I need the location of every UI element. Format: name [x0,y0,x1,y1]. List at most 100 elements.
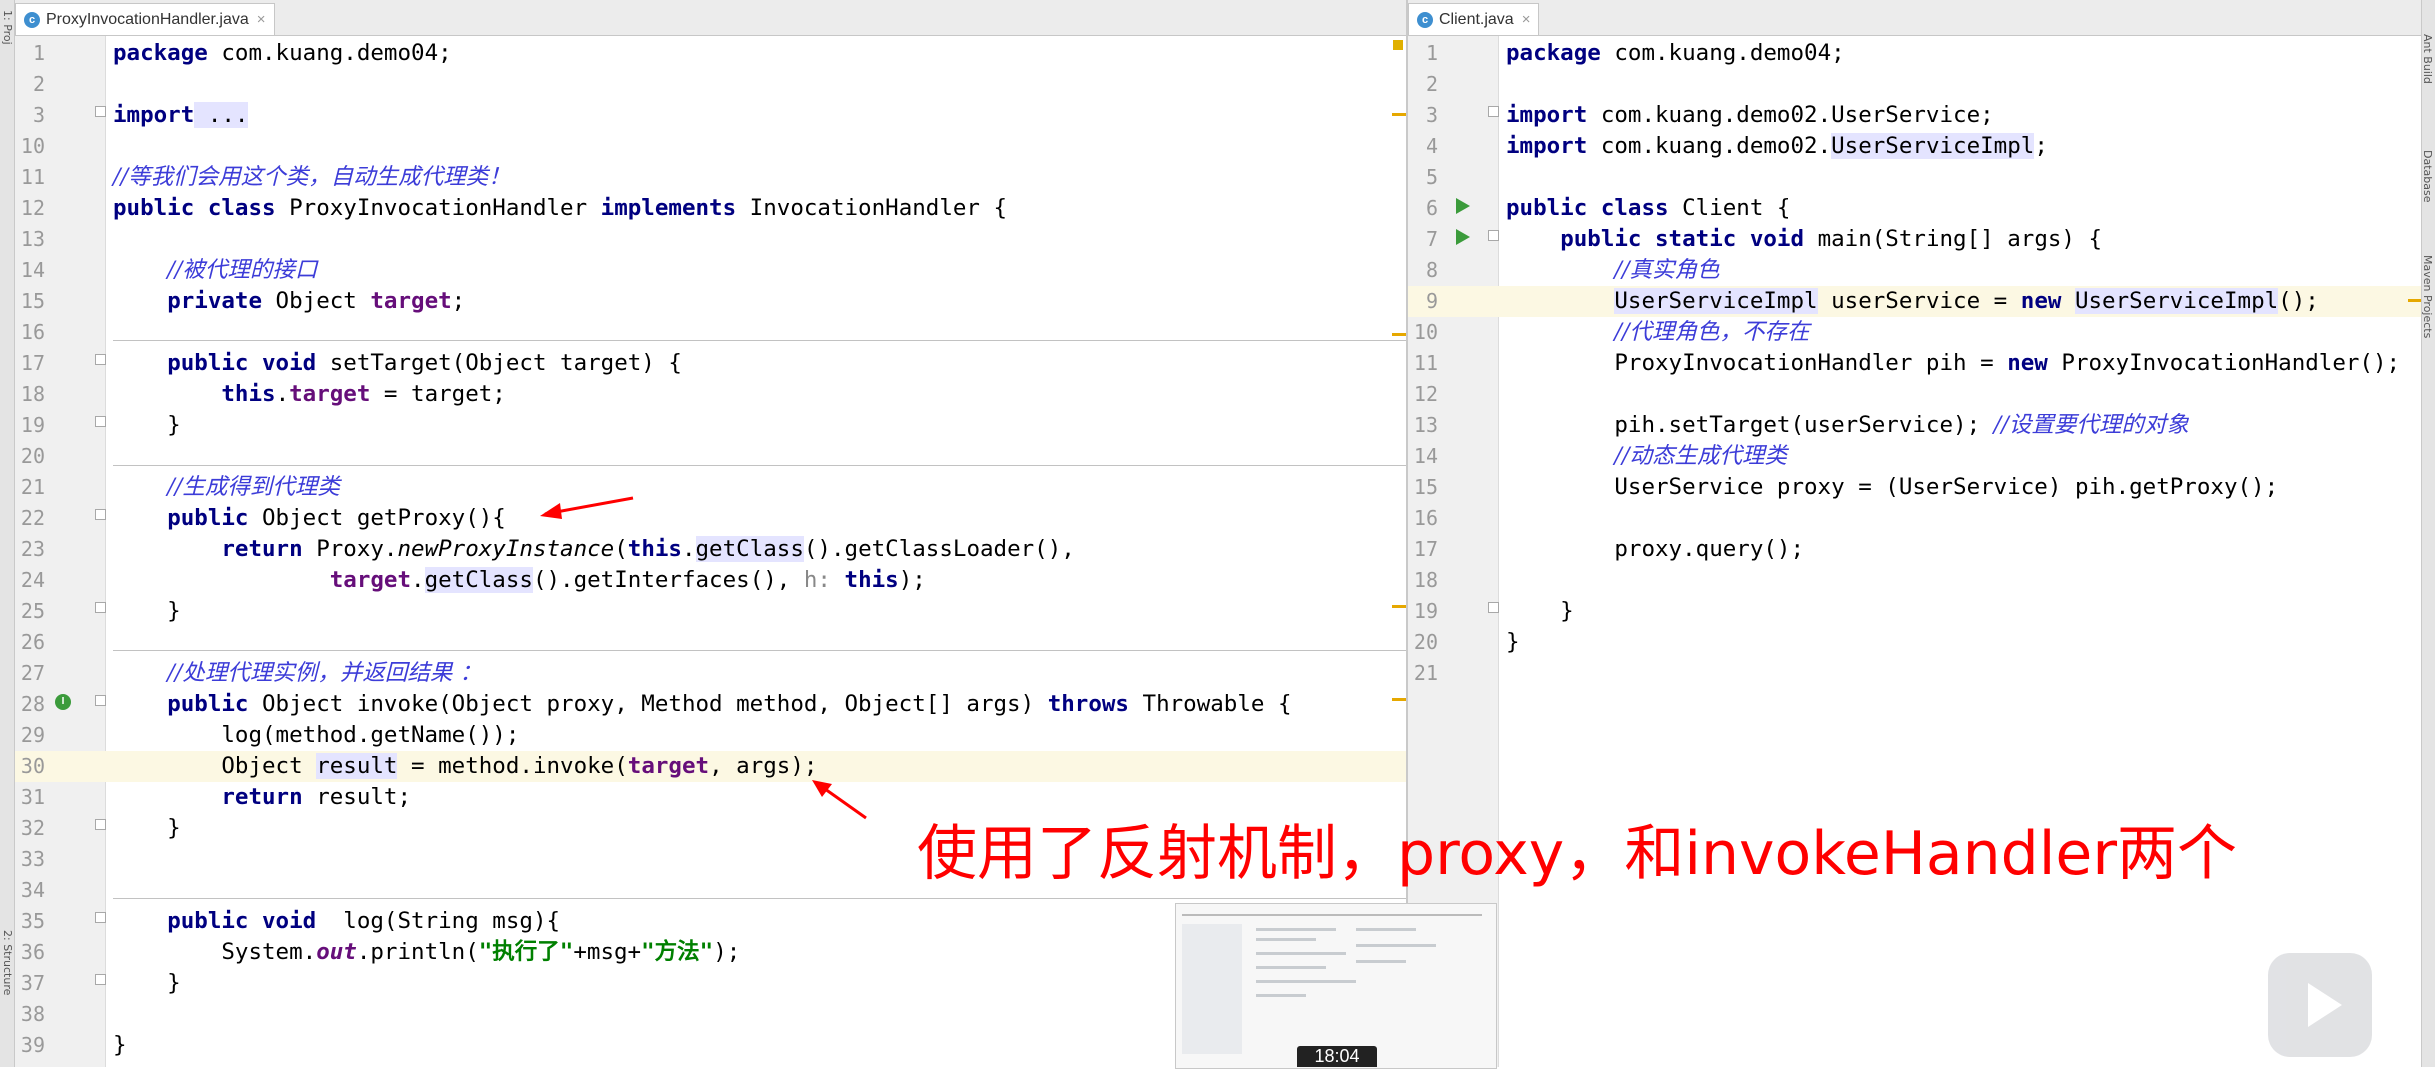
code-line[interactable]: 25 } [15,596,1406,627]
code-token: public [167,505,249,531]
code-line[interactable]: 20} [1408,627,2422,658]
scroll-marker[interactable] [1392,333,1406,336]
code-line[interactable]: 22 public Object getProxy(){ [15,503,1406,534]
implements-method-icon[interactable]: I [55,694,71,710]
fold-icon[interactable] [95,912,106,923]
code-line[interactable]: 20 [15,441,1406,472]
video-preview-thumbnail[interactable] [1175,903,1497,1069]
project-tool-tab[interactable]: 1: Proj [1,10,14,45]
warning-marker-icon[interactable] [1393,40,1403,50]
line-number: 19 [20,413,45,437]
code-line[interactable]: 21 [1408,658,2422,689]
line-number: 8 [1425,258,1438,282]
code-line[interactable]: 10 //代理角色，不存在 [1408,317,2422,348]
code-line[interactable]: 24 target.getClass().getInterfaces(), h:… [15,565,1406,596]
fold-icon[interactable] [1488,602,1499,613]
close-tab-icon[interactable]: × [1522,11,1531,28]
code-line[interactable]: 12 [1408,379,2422,410]
fold-icon[interactable] [95,106,106,117]
code-line[interactable]: 17 proxy.query(); [1408,534,2422,565]
code-line[interactable]: 9 UserServiceImpl userService = new User… [1408,286,2422,317]
code-token: UserServiceImpl [1831,133,2035,159]
code-line[interactable]: 16 [1408,503,2422,534]
code-token: . [411,567,425,593]
fold-icon[interactable] [95,974,106,985]
code-line[interactable]: 12 public class ProxyInvocationHandler im… [15,193,1406,224]
code-line[interactable]: 15 UserService proxy = (UserService) pih… [1408,472,2422,503]
scroll-marker[interactable] [2408,299,2422,302]
code-line[interactable]: 18 this.target = target; [15,379,1406,410]
code-line[interactable]: 7 public static void main(String[] args)… [1408,224,2422,255]
code-line[interactable]: 13 pih.setTarget(userService); //设置要代理的对… [1408,410,2422,441]
run-class-icon[interactable] [1456,198,1470,214]
code-line[interactable]: 4 import com.kuang.demo02.UserServiceImpl… [1408,131,2422,162]
code-line[interactable]: 1 package com.kuang.demo04; [1408,38,2422,69]
code-line[interactable]: 14 //动态生成代理类 [1408,441,2422,472]
ant-build-tool-tab[interactable]: Ant Build [2421,34,2434,84]
code-line[interactable]: 21 //生成得到代理类 [15,472,1406,503]
code-text: System.out.println("执行了"+msg+"方法"); [113,937,740,968]
code-line[interactable]: 19 } [1408,596,2422,627]
line-number: 13 [1413,413,1438,437]
code-line[interactable]: 27 //处理代理实例，并返回结果 ： [15,658,1406,689]
code-token: Object getProxy(){ [248,505,506,531]
fold-icon[interactable] [95,416,106,427]
structure-tool-tab[interactable]: 2: Structure [1,930,14,995]
fold-icon[interactable] [95,509,106,520]
code-line[interactable]: 11 //等我们会用这个类，自动生成代理类！ [15,162,1406,193]
code-line[interactable]: 1 package com.kuang.demo04; [15,38,1406,69]
method-separator [113,650,1406,651]
code-token: getClass [695,536,804,562]
code-line[interactable]: 17 public void setTarget(Object target) … [15,348,1406,379]
tab-proxy-invocation-handler[interactable]: c ProxyInvocationHandler.java × [15,3,275,35]
code-token: UserService proxy = (UserService) pih.ge… [1506,474,2279,500]
fold-icon[interactable] [1488,230,1499,241]
scroll-marker[interactable] [1392,605,1406,608]
code-line[interactable]: 2 [1408,69,2422,100]
code-line[interactable]: 10 [15,131,1406,162]
line-number: 24 [20,568,45,592]
code-line[interactable]: 6 public class Client { [1408,193,2422,224]
maven-projects-tool-tab[interactable]: Maven Projects [2421,255,2434,338]
code-line[interactable]: 11 ProxyInvocationHandler pih = new Prox… [1408,348,2422,379]
code-token: "执行了" [478,939,574,965]
code-line[interactable]: 29 log(method.getName()); [15,720,1406,751]
code-line[interactable]: 30 Object result = method.invoke(target,… [15,751,1406,782]
code-line[interactable]: 8 //真实角色 [1408,255,2422,286]
run-main-icon[interactable] [1456,229,1470,245]
code-line[interactable]: 3 import ... [15,100,1406,131]
code-line[interactable]: 19 } [15,410,1406,441]
line-number: 18 [1413,568,1438,592]
code-line[interactable]: 15 private Object target; [15,286,1406,317]
fold-icon[interactable] [95,354,106,365]
fold-icon[interactable] [95,602,106,613]
code-line[interactable]: 18 [1408,565,2422,596]
scroll-marker[interactable] [1392,113,1406,116]
fold-icon[interactable] [95,695,106,706]
code-line[interactable]: 23 return Proxy.newProxyInstance(this.ge… [15,534,1406,565]
code-token: ProxyInvocationHandler pih = [1506,350,2008,376]
fold-icon[interactable] [1488,106,1499,117]
code-token: = method.invoke( [397,753,628,779]
code-line[interactable]: 14 //被代理的接口 [15,255,1406,286]
scroll-marker[interactable] [1392,698,1406,701]
database-tool-tab[interactable]: Database [2421,150,2434,203]
tab-bar-right: c Client.java × [1408,0,2422,36]
line-number: 13 [20,227,45,251]
code-line[interactable]: 13 [15,224,1406,255]
play-button-icon[interactable] [2268,953,2372,1057]
code-line[interactable]: 28 public Object invoke(Object proxy, Me… [15,689,1406,720]
code-line[interactable]: 16 [15,317,1406,348]
code-line[interactable]: 2 [15,69,1406,100]
close-tab-icon[interactable]: × [257,11,266,28]
fold-icon[interactable] [95,819,106,830]
code-line[interactable]: 5 [1408,162,2422,193]
line-number: 2 [1425,72,1438,96]
code-text: } [113,410,181,441]
tab-client[interactable]: c Client.java × [1408,3,1540,35]
code-line[interactable]: 26 [15,627,1406,658]
line-number: 1 [32,41,45,65]
code-line[interactable]: 3 import com.kuang.demo02.UserService; [1408,100,2422,131]
method-separator [113,340,1406,341]
